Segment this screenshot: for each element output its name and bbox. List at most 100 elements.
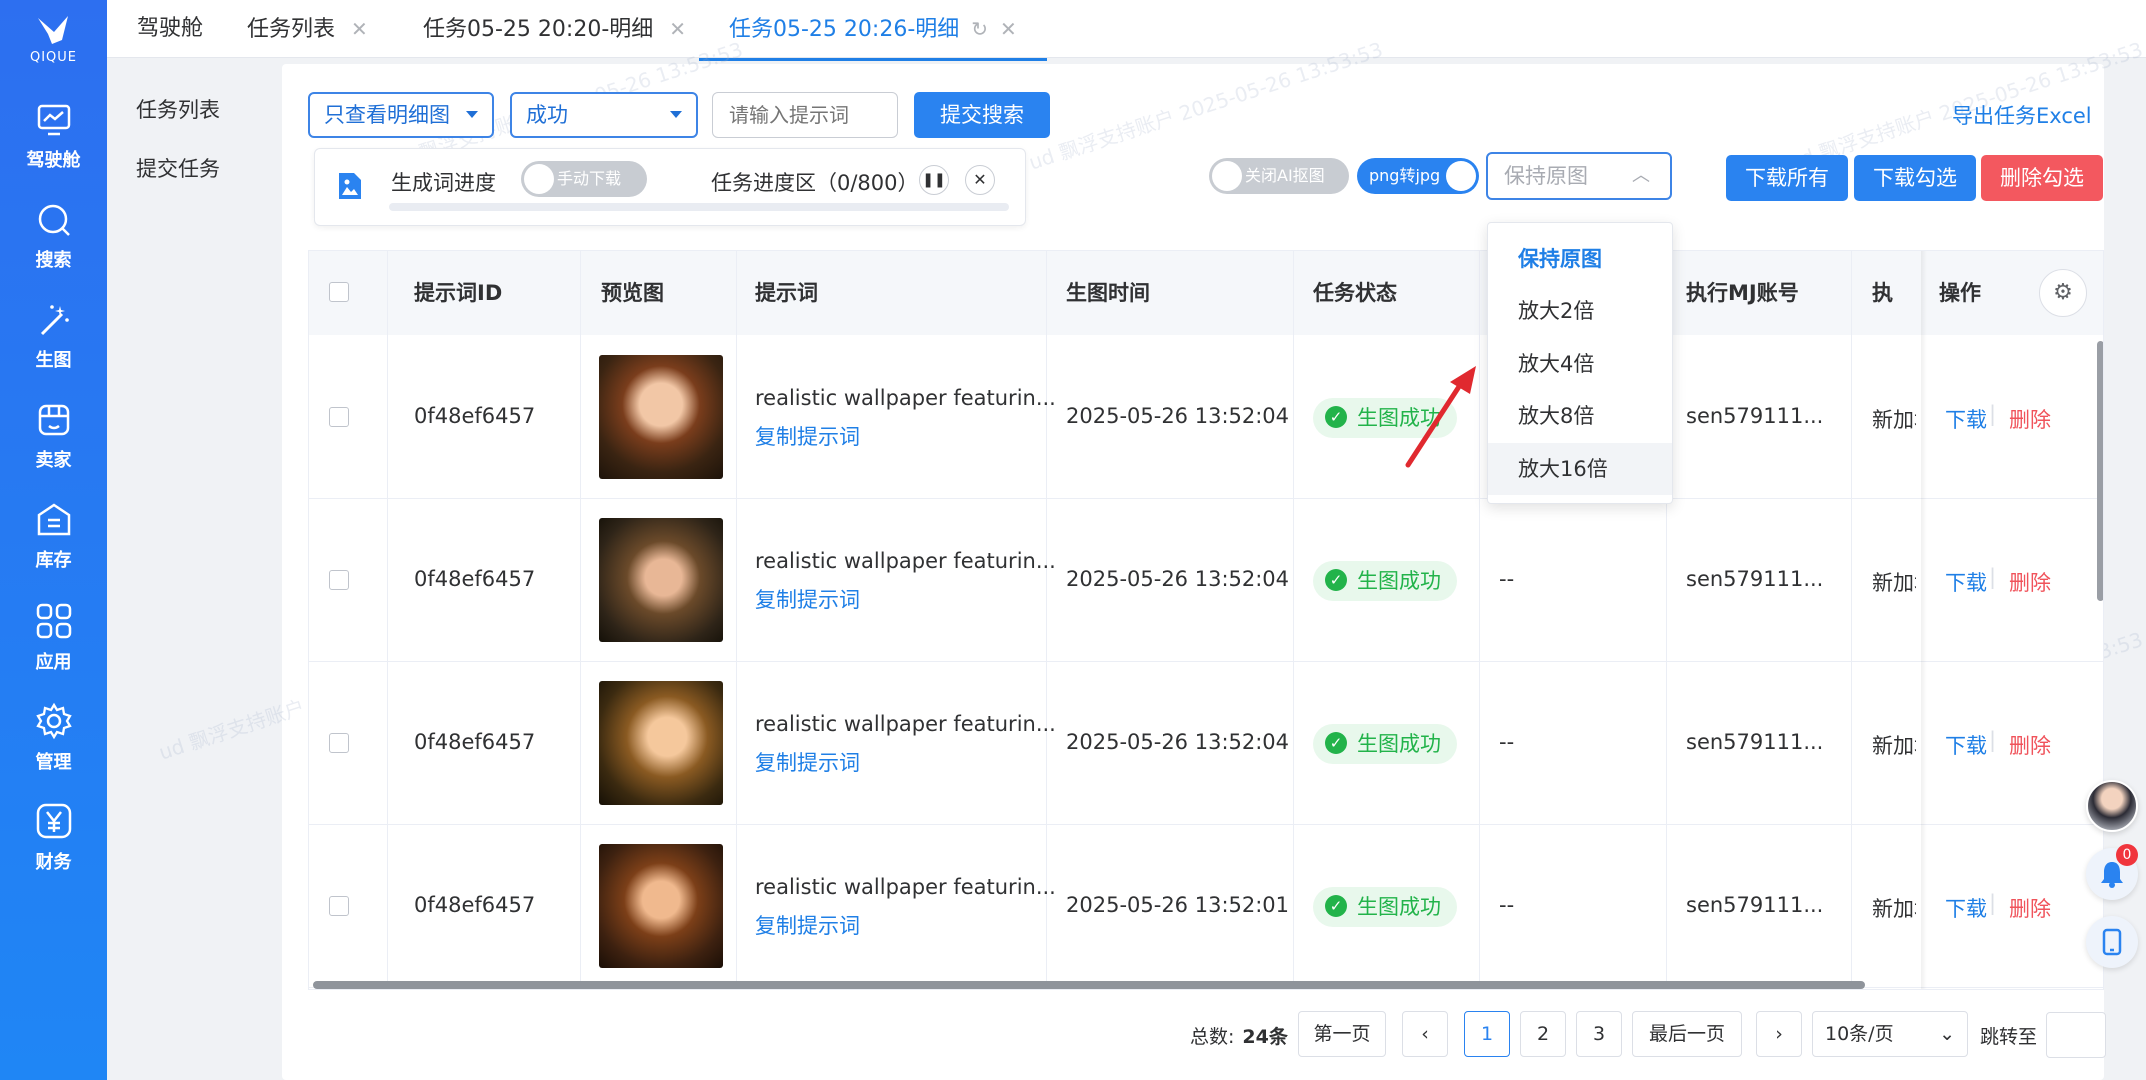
left-menu-submit-task[interactable]: 提交任务 [136,153,220,183]
check-circle-icon: ✓ [1325,406,1347,428]
scale-select[interactable]: 保持原图 ︿ [1486,152,1672,200]
status-select-value: 成功 [526,103,568,127]
view-select[interactable]: 只查看明细图 [308,92,494,138]
download-link[interactable]: 下载 [1945,404,1987,434]
copy-prompt-link[interactable]: 复制提示词 [755,910,860,940]
sidebar-item-apps[interactable]: 应用 [0,602,107,692]
yuan-icon [36,803,71,839]
download-link[interactable]: 下载 [1945,893,1987,923]
table-header [309,251,2103,335]
mobile-button[interactable] [2086,916,2138,968]
customer-service-avatar[interactable] [2086,780,2138,832]
scale-dropdown: 保持原图 放大2倍 放大4倍 放大8倍 放大16倍 [1487,222,1673,504]
download-checked-button[interactable]: 下载勾选 [1854,155,1976,201]
copy-prompt-link[interactable]: 复制提示词 [755,584,860,614]
logo: QIQUE [0,10,107,82]
first-page-button[interactable]: 第一页 [1298,1011,1386,1057]
dropdown-option-2x[interactable]: 放大2倍 [1488,285,1672,337]
caret-down-icon [670,111,682,118]
close-icon[interactable]: ✕ [669,17,686,41]
download-link[interactable]: 下载 [1945,730,1987,760]
row-checkbox[interactable] [329,407,349,427]
sidebar-item-finance[interactable]: 财务 [0,802,107,892]
jump-page-input[interactable] [2046,1012,2106,1058]
row-checkbox[interactable] [329,570,349,590]
tab-task-detail-2026[interactable]: 任务05-25 20:26-明细 ↻ ✕ [699,0,1047,61]
vertical-scrollbar[interactable] [2097,341,2103,601]
close-icon[interactable]: ✕ [351,17,368,41]
sidebar-item-manage[interactable]: 管理 [0,702,107,792]
cell-empty: -- [1499,730,1515,754]
dropdown-option-8x[interactable]: 放大8倍 [1488,390,1672,442]
jump-label: 跳转至 [1980,1026,2038,1048]
dropdown-option-original[interactable]: 保持原图 [1488,233,1672,285]
tab-label: 任务列表 [247,17,336,42]
cell-gen-time: 2025-05-26 13:52:04 [1066,404,1290,428]
sidebar-item-label: 搜索 [35,250,72,271]
keyword-input[interactable] [712,92,898,138]
download-all-button[interactable]: 下载所有 [1726,155,1848,201]
stop-button[interactable]: ✕ [965,165,995,195]
tab-task-detail-2020[interactable]: 任务05-25 20:20-明细 ✕ [423,0,686,58]
next-page-button[interactable]: › [1756,1011,1802,1057]
page-size-select[interactable]: 10条/页 ⌄ [1812,1011,1968,1057]
ai-cutout-label: 关闭AI抠图 [1245,166,1325,185]
page-1-button[interactable]: 1 [1464,1011,1510,1057]
tab-label: 驾驶舱 [137,16,204,41]
row-checkbox[interactable] [329,896,349,916]
ai-cutout-toggle[interactable]: 关闭AI抠图 [1209,158,1349,194]
status-select[interactable]: 成功 [510,92,698,138]
delete-link[interactable]: 删除 [2009,730,2051,760]
page-2-button[interactable]: 2 [1520,1011,1566,1057]
dropdown-option-16x[interactable]: 放大16倍 [1488,443,1672,495]
tab-dashboard[interactable]: 驾驶舱 [137,0,203,58]
last-page-button[interactable]: 最后一页 [1632,1011,1742,1057]
cell-empty: -- [1499,893,1515,917]
delete-link[interactable]: 删除 [2009,567,2051,597]
prev-page-button[interactable]: ‹ [1402,1011,1448,1057]
select-all-checkbox[interactable] [329,282,349,302]
dropdown-option-4x[interactable]: 放大4倍 [1488,338,1672,390]
separator: | [1989,402,1997,426]
delete-link[interactable]: 删除 [2009,404,2051,434]
submit-search-button[interactable]: 提交搜索 [914,92,1050,138]
sidebar-item-generate[interactable]: 生图 [0,302,107,392]
left-menu-task-list[interactable]: 任务列表 [136,94,220,124]
sidebar-item-inventory[interactable]: 库存 [0,502,107,592]
status-text: 生图成功 [1357,569,1441,593]
cell-prompt-id: 0f48ef6457 [414,404,536,428]
copy-prompt-link[interactable]: 复制提示词 [755,747,860,777]
sidebar-item-label: 管理 [35,752,72,773]
download-link[interactable]: 下载 [1945,567,1987,597]
cell-prompt: realistic wallpaper featurin... [755,549,1056,573]
tab-task-list[interactable]: 任务列表 ✕ [247,0,368,58]
preview-image[interactable] [599,355,723,479]
search-icon [38,204,70,236]
sidebar-item-search[interactable]: 搜索 [0,202,107,292]
page-3-button[interactable]: 3 [1576,1011,1622,1057]
preview-image[interactable] [599,518,723,642]
table-row: 0f48ef6457 realistic wallpaper featurin.… [309,499,2103,662]
chevron-up-icon: ︿ [1632,165,1650,186]
manual-download-toggle[interactable]: 手动下载 [521,161,647,197]
delete-checked-button[interactable]: 删除勾选 [1981,155,2103,201]
column-settings-button[interactable]: ⚙ [2039,269,2087,317]
png-to-jpg-toggle[interactable]: png转jpg [1357,158,1479,194]
preview-image[interactable] [599,681,723,805]
cell-mj-account: sen579111... [1686,893,1824,917]
preview-image[interactable] [599,844,723,968]
row-checkbox[interactable] [329,733,349,753]
cell-prompt: realistic wallpaper featurin... [755,386,1056,410]
sidebar-item-dashboard[interactable]: 驾驶舱 [0,102,107,192]
sidebar-item-seller[interactable]: 卖家 [0,402,107,492]
pause-button[interactable]: ❚❚ [919,165,949,195]
copy-prompt-link[interactable]: 复制提示词 [755,421,860,451]
close-icon[interactable]: ✕ [1000,17,1017,41]
notification-button[interactable]: 0 [2086,844,2138,900]
refresh-icon[interactable]: ↻ [971,17,988,41]
delete-link[interactable]: 删除 [2009,893,2051,923]
total-value: 24条 [1242,1026,1288,1048]
export-excel-link[interactable]: 导出任务Excel [1952,100,2092,130]
status-badge: ✓ 生图成功 [1313,887,1457,927]
horizontal-scrollbar[interactable] [313,981,1865,989]
